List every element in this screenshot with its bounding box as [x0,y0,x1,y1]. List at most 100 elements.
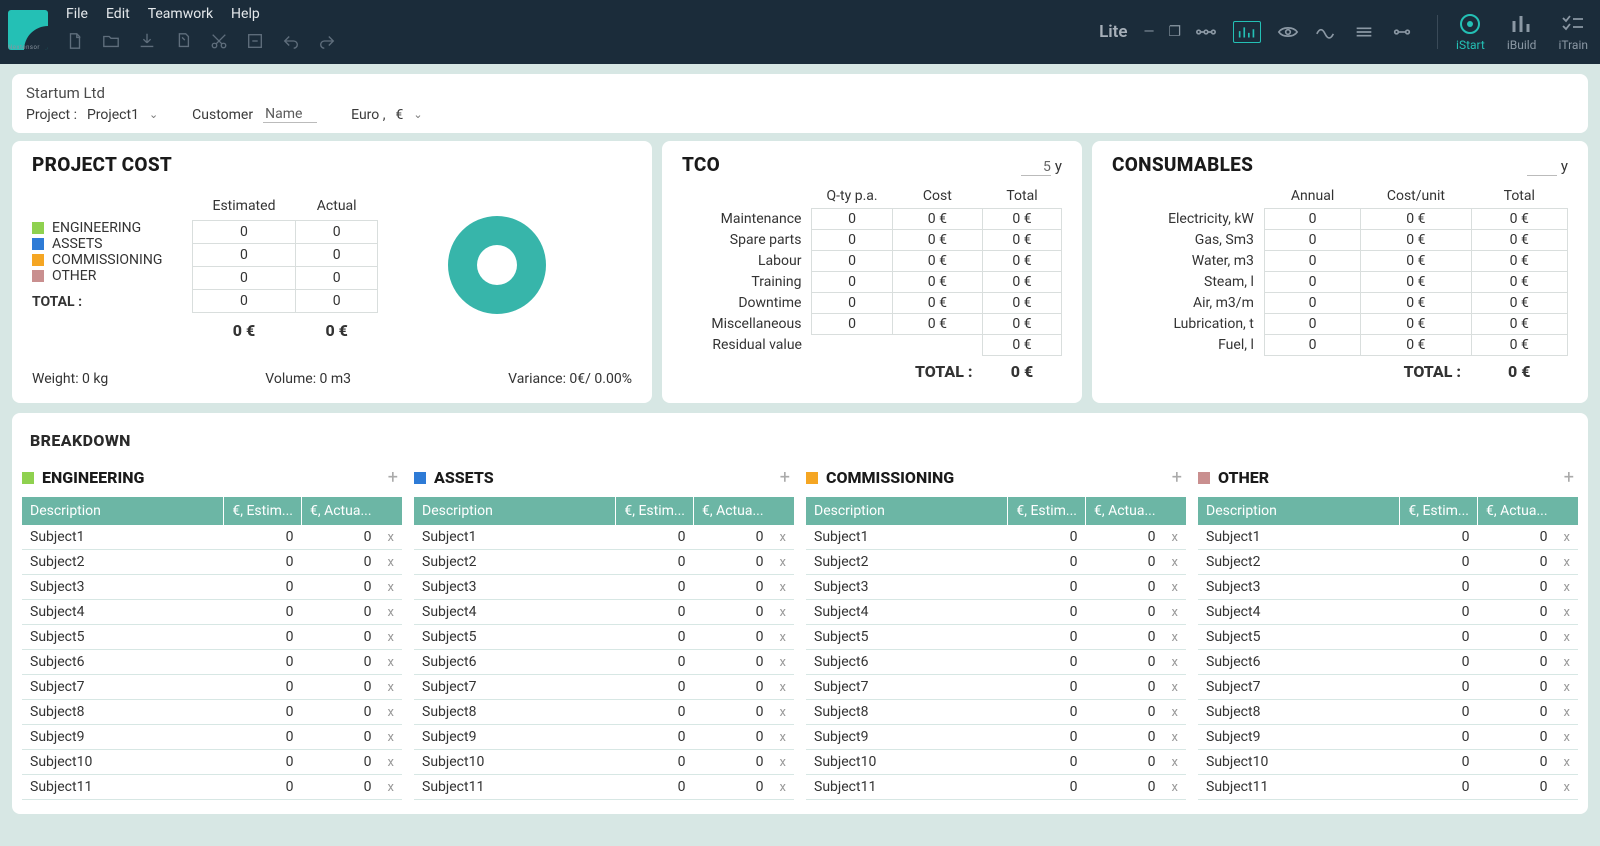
bk-est-cell[interactable]: 0 [224,575,302,600]
bk-desc-cell[interactable]: Subject10 [414,750,616,775]
bk-est-cell[interactable]: 0 [224,650,302,675]
bk-est-cell[interactable]: 0 [1400,525,1478,550]
delete-row-button[interactable]: x [772,650,794,675]
list-view-icon[interactable] [1353,24,1375,40]
cons-cost-cell[interactable]: 0 € [1361,314,1471,335]
tco-cost-cell[interactable]: 0 € [892,230,982,251]
bk-desc-cell[interactable]: Subject5 [1198,625,1400,650]
bk-desc-cell[interactable]: Subject6 [22,650,224,675]
bk-desc-cell[interactable]: Subject6 [1198,650,1400,675]
mode-istart[interactable]: iStart [1456,12,1485,52]
delete-row-button[interactable]: x [1556,625,1578,650]
bk-act-cell[interactable]: 0 [1086,550,1164,575]
bk-est-cell[interactable]: 0 [616,650,694,675]
cons-cost-cell[interactable]: 0 € [1361,251,1471,272]
pc-act-cell[interactable]: 0 [295,290,377,313]
cons-cost-cell[interactable]: 0 € [1361,272,1471,293]
bk-act-cell[interactable]: 0 [302,775,380,800]
pc-est-cell[interactable]: 0 [193,221,296,244]
window-restore-icon[interactable]: ❐ [1168,24,1181,40]
tco-qty-cell[interactable]: 0 [812,251,892,272]
bk-desc-cell[interactable]: Subject3 [22,575,224,600]
menu-help[interactable]: Help [231,6,260,22]
tco-cost-cell[interactable]: 0 € [892,272,982,293]
bk-est-cell[interactable]: 0 [616,550,694,575]
copy-file-icon[interactable] [174,32,192,50]
delete-row-button[interactable]: x [1556,675,1578,700]
bk-est-cell[interactable]: 0 [224,775,302,800]
add-row-button[interactable]: + [1172,467,1182,488]
bk-desc-cell[interactable]: Subject7 [1198,675,1400,700]
bk-desc-cell[interactable]: Subject2 [22,550,224,575]
bk-act-cell[interactable]: 0 [694,525,772,550]
bk-est-cell[interactable]: 0 [616,625,694,650]
tco-qty-cell[interactable] [812,335,892,356]
new-file-icon[interactable] [66,32,84,50]
bk-desc-cell[interactable]: Subject7 [22,675,224,700]
bk-act-cell[interactable]: 0 [302,650,380,675]
bk-est-cell[interactable]: 0 [1008,750,1086,775]
mode-ibuild[interactable]: iBuild [1507,12,1537,52]
bk-act-cell[interactable]: 0 [694,550,772,575]
bk-desc-cell[interactable]: Subject11 [806,775,1008,800]
bk-act-cell[interactable]: 0 [1478,600,1556,625]
bk-est-cell[interactable]: 0 [224,700,302,725]
bk-desc-cell[interactable]: Subject7 [414,675,616,700]
add-row-button[interactable]: + [1564,467,1574,488]
chevron-down-icon[interactable]: ⌄ [149,108,158,121]
bk-est-cell[interactable]: 0 [1008,700,1086,725]
currency-selector[interactable]: Euro , € ⌄ [351,107,422,123]
delete-row-button[interactable]: x [772,675,794,700]
bk-est-cell[interactable]: 0 [1008,600,1086,625]
bk-est-cell[interactable]: 0 [616,775,694,800]
delete-row-button[interactable]: x [380,675,402,700]
bk-act-cell[interactable]: 0 [1478,675,1556,700]
bk-desc-cell[interactable]: Subject11 [414,775,616,800]
bk-est-cell[interactable]: 0 [1008,725,1086,750]
bk-desc-cell[interactable]: Subject3 [1198,575,1400,600]
bk-act-cell[interactable]: 0 [1086,700,1164,725]
delete-row-button[interactable]: x [1556,725,1578,750]
bk-desc-cell[interactable]: Subject3 [806,575,1008,600]
delete-row-button[interactable]: x [1556,700,1578,725]
bk-act-cell[interactable]: 0 [1478,650,1556,675]
bk-act-cell[interactable]: 0 [1086,525,1164,550]
menu-teamwork[interactable]: Teamwork [148,6,213,22]
delete-row-button[interactable]: x [772,775,794,800]
bk-act-cell[interactable]: 0 [694,750,772,775]
bk-est-cell[interactable]: 0 [1400,675,1478,700]
bk-act-cell[interactable]: 0 [694,775,772,800]
bk-desc-cell[interactable]: Subject11 [1198,775,1400,800]
bk-act-cell[interactable]: 0 [1086,675,1164,700]
bk-desc-cell[interactable]: Subject9 [22,725,224,750]
bk-desc-cell[interactable]: Subject1 [1198,525,1400,550]
cons-annual-cell[interactable]: 0 [1264,335,1360,356]
bk-act-cell[interactable]: 0 [1478,525,1556,550]
tco-qty-cell[interactable]: 0 [812,209,892,230]
bk-est-cell[interactable]: 0 [616,750,694,775]
bk-act-cell[interactable]: 0 [302,675,380,700]
bk-est-cell[interactable]: 0 [224,625,302,650]
bk-est-cell[interactable]: 0 [1008,625,1086,650]
cons-years-input[interactable] [1527,159,1557,176]
undo-icon[interactable] [282,32,300,50]
delete-row-button[interactable]: x [1556,775,1578,800]
bk-desc-cell[interactable]: Subject4 [806,600,1008,625]
bk-est-cell[interactable]: 0 [1400,750,1478,775]
bk-est-cell[interactable]: 0 [616,525,694,550]
delete-row-button[interactable]: x [380,700,402,725]
link-view-icon[interactable] [1391,24,1413,40]
bk-act-cell[interactable]: 0 [1478,725,1556,750]
bk-act-cell[interactable]: 0 [694,625,772,650]
tco-cost-cell[interactable]: 0 € [892,209,982,230]
tco-qty-cell[interactable]: 0 [812,230,892,251]
delete-row-button[interactable]: x [1164,700,1186,725]
project-selector[interactable]: Project : Project1 ⌄ [26,107,158,123]
bk-act-cell[interactable]: 0 [1086,750,1164,775]
cons-cost-cell[interactable]: 0 € [1361,209,1471,230]
delete-row-button[interactable]: x [380,750,402,775]
bk-est-cell[interactable]: 0 [1008,775,1086,800]
bk-est-cell[interactable]: 0 [1008,550,1086,575]
pc-act-cell[interactable]: 0 [295,244,377,267]
eye-view-icon[interactable] [1277,24,1299,40]
